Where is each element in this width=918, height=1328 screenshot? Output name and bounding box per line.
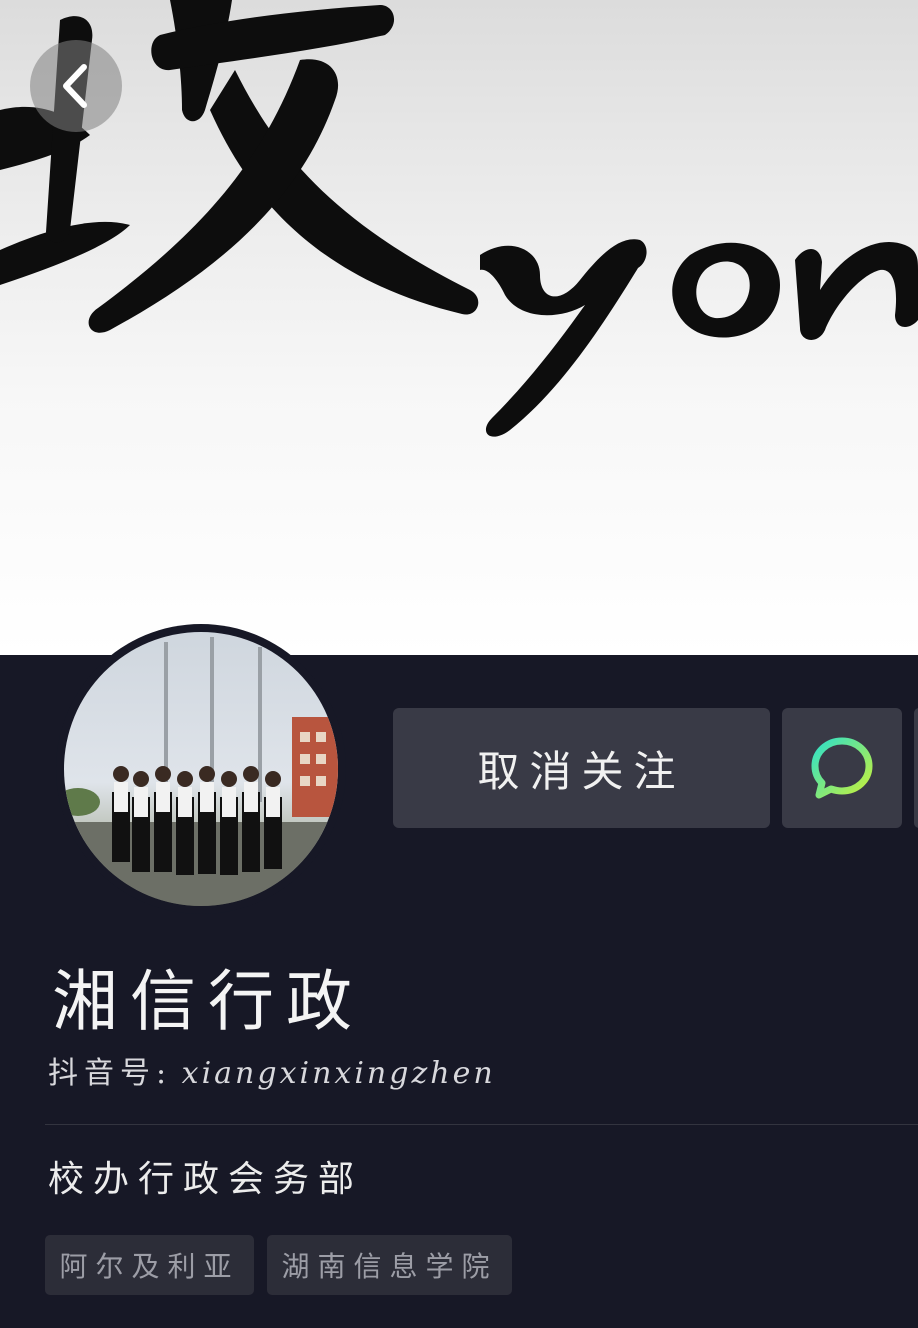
back-button[interactable] <box>30 40 122 132</box>
profile-page: 取消关注 湘信行政 抖音号: xiangxinxingzhen 校办行政会务部 … <box>0 0 918 1328</box>
chat-bubble-icon <box>811 737 873 799</box>
message-button[interactable] <box>782 708 902 828</box>
bio-text: 校办行政会务部 <box>48 1159 364 1200</box>
unfollow-button-label: 取消关注 <box>477 746 686 796</box>
cover-banner <box>0 0 918 655</box>
calligraphy-banner-image <box>0 0 918 437</box>
tag-location[interactable]: 阿尔及利亚 <box>45 1235 254 1295</box>
chevron-left-icon <box>63 64 87 108</box>
account-id-label: 抖音号: <box>48 1056 173 1091</box>
more-button[interactable] <box>914 708 918 828</box>
avatar[interactable] <box>64 632 338 906</box>
unfollow-button[interactable]: 取消关注 <box>393 708 770 828</box>
account-id: 抖音号: xiangxinxingzhen <box>48 1048 496 1092</box>
account-id-value: xiangxinxingzhen <box>181 1056 496 1091</box>
display-name: 湘信行政 <box>52 963 364 1040</box>
divider <box>45 1124 918 1125</box>
tag-school[interactable]: 湖南信息学院 <box>267 1235 512 1295</box>
group-photo-avatar <box>64 637 338 906</box>
